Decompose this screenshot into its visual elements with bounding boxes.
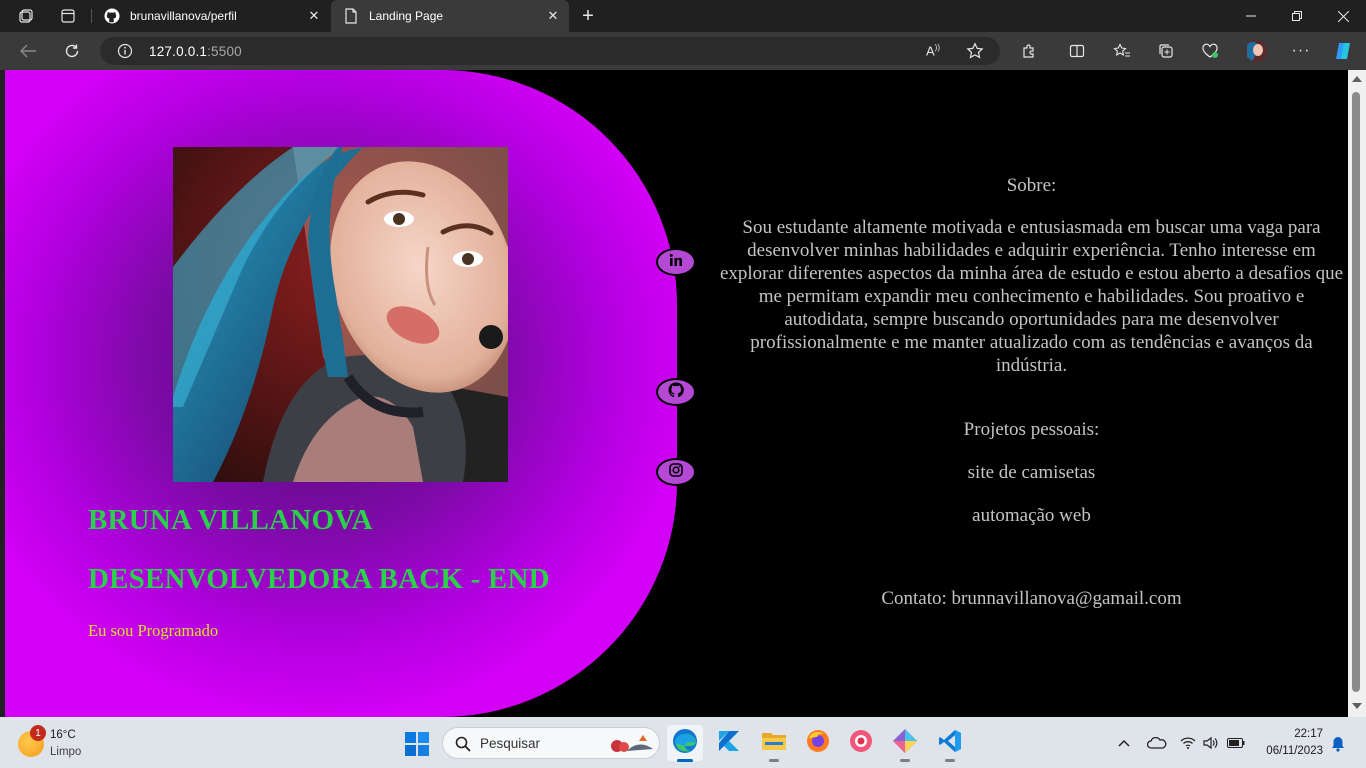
instagram-icon: [669, 462, 683, 482]
project-item[interactable]: automação web: [715, 504, 1348, 528]
search-placeholder: Pesquisar: [480, 736, 541, 751]
running-indicator: [900, 759, 910, 762]
profile-avatar-icon[interactable]: [1244, 39, 1268, 63]
kotlin-icon: [717, 729, 741, 758]
browser-toolbar: 127.0.0.1:5500 A)) ···: [0, 32, 1366, 70]
workspaces-icon[interactable]: [16, 6, 36, 26]
firefox-icon: [806, 729, 830, 758]
tab-actions-icon[interactable]: [58, 6, 78, 26]
taskbar-vscode[interactable]: [932, 725, 968, 762]
copilot-icon[interactable]: [1333, 41, 1353, 61]
profile-role: DESENVOLVEDORA BACK - END: [88, 563, 550, 595]
github-button[interactable]: [656, 378, 696, 406]
vscode-icon: [938, 729, 962, 758]
taskbar-screen-recorder[interactable]: [843, 725, 879, 761]
tab-title: Landing Page: [369, 9, 444, 23]
collections-icon[interactable]: [1156, 41, 1176, 61]
projects-title: Projetos pessoais:: [963, 419, 1100, 440]
more-options-icon[interactable]: ···: [1291, 41, 1311, 61]
notifications-bell-icon[interactable]: [1329, 735, 1347, 753]
battery-icon[interactable]: [1227, 734, 1245, 752]
windows-start-icon[interactable]: [405, 732, 429, 756]
windows-taskbar: 1 16°C Limpo Pesquisar 22:17 06/11/2023: [0, 717, 1366, 768]
about-title: Sobre:: [1006, 175, 1057, 196]
project-item[interactable]: site de camisetas: [715, 461, 1348, 485]
taskbar-search[interactable]: Pesquisar: [442, 727, 660, 759]
weather-widget[interactable]: 1 16°C Limpo: [16, 725, 126, 761]
file-explorer-icon: [761, 730, 787, 757]
favorite-star-icon[interactable]: [966, 42, 984, 65]
back-icon[interactable]: [15, 39, 41, 63]
restore-icon[interactable]: [1274, 0, 1320, 32]
page-scrollbar[interactable]: [1348, 70, 1366, 717]
notification-badge: 1: [30, 725, 46, 741]
search-highlight-icon: [609, 733, 655, 760]
weather-condition: Limpo: [50, 746, 82, 758]
hero-panel: BRUNA VILLANOVA DESENVOLVEDORA BACK - EN…: [5, 70, 677, 717]
minimize-icon[interactable]: [1228, 0, 1274, 32]
wifi-icon[interactable]: [1179, 734, 1197, 752]
git-client-icon: [892, 728, 918, 759]
search-icon: [455, 736, 471, 757]
address-bar[interactable]: 127.0.0.1:5500 A)): [100, 37, 1000, 65]
scroll-thumb[interactable]: [1352, 92, 1360, 692]
github-icon: [668, 381, 684, 403]
taskbar-git-client[interactable]: [887, 725, 923, 762]
github-icon: [104, 8, 120, 24]
running-indicator: [769, 759, 779, 762]
profile-photo: [173, 147, 508, 482]
taskbar-kotlin-ide[interactable]: [711, 725, 747, 761]
taskbar-edge[interactable]: [667, 725, 703, 762]
clock-date[interactable]: 06/11/2023: [1250, 745, 1336, 757]
read-aloud-icon[interactable]: A)): [926, 43, 940, 58]
tab-landing-page[interactable]: Landing Page ✕: [331, 0, 569, 32]
browser-tab-bar: brunavillanova/perfil ✕ Landing Page ✕ +: [0, 0, 1366, 32]
screen-recorder-icon: [849, 729, 873, 758]
site-info-icon[interactable]: [117, 43, 133, 64]
url-text: 127.0.0.1:5500: [149, 44, 242, 59]
contact-email: Contato: brunnavillanova@gamail.com: [881, 588, 1182, 609]
linkedin-icon: [669, 253, 683, 272]
refresh-icon[interactable]: [59, 39, 85, 63]
volume-icon[interactable]: [1202, 734, 1220, 752]
scroll-down-icon[interactable]: [1352, 703, 1362, 709]
extensions-icon[interactable]: [1019, 41, 1039, 61]
close-window-icon[interactable]: [1320, 0, 1366, 32]
about-section: Sobre: Sou estudante altamente motivada …: [715, 174, 1348, 611]
page-icon: [343, 8, 359, 24]
page-viewport: BRUNA VILLANOVA DESENVOLVEDORA BACK - EN…: [5, 70, 1348, 717]
edge-icon: [672, 728, 698, 759]
about-text: Sou estudante altamente motivada e entus…: [719, 217, 1344, 376]
browser-essentials-icon[interactable]: [1200, 41, 1220, 61]
new-tab-icon[interactable]: +: [578, 5, 598, 27]
close-tab-icon[interactable]: ✕: [306, 8, 322, 24]
clock-time[interactable]: 22:17: [1266, 728, 1336, 740]
onedrive-icon[interactable]: [1146, 734, 1168, 752]
tab-title: brunavillanova/perfil: [130, 9, 237, 23]
linkedin-button[interactable]: [656, 248, 696, 276]
profile-name: BRUNA VILLANOVA: [88, 504, 373, 536]
close-tab-icon[interactable]: ✕: [545, 8, 561, 24]
taskbar-firefox[interactable]: [800, 725, 836, 761]
scroll-up-icon[interactable]: [1352, 76, 1362, 82]
split-screen-icon[interactable]: [1067, 41, 1087, 61]
instagram-button[interactable]: [656, 458, 696, 486]
chevron-up-icon[interactable]: [1115, 734, 1133, 752]
favorites-icon[interactable]: [1112, 41, 1132, 61]
running-indicator: [945, 759, 955, 762]
weather-temperature: 16°C: [50, 729, 76, 741]
taskbar-file-explorer[interactable]: [756, 725, 792, 762]
tab-github-profile[interactable]: brunavillanova/perfil ✕: [92, 0, 330, 32]
profile-tagline: Eu sou Programado: [88, 621, 219, 640]
active-indicator: [677, 759, 693, 762]
